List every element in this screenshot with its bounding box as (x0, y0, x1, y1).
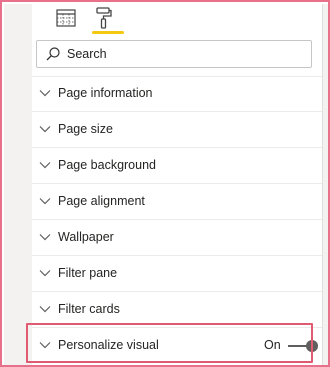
screenshot-frame: Page information Page size Page backgrou… (0, 0, 330, 367)
chevron-down-icon (38, 123, 52, 135)
section-label: Page background (58, 158, 156, 172)
chevron-down-icon (38, 303, 52, 315)
selected-tab-indicator (92, 31, 124, 34)
section-label: Page information (58, 86, 153, 100)
table-icon (56, 8, 76, 32)
tab-format-visual[interactable] (90, 6, 118, 34)
toggle-state-label: On (264, 338, 281, 352)
search-input[interactable] (67, 47, 297, 61)
section-page-information[interactable]: Page information (32, 75, 322, 111)
tab-table-view[interactable] (52, 6, 80, 34)
format-panel: Page information Page size Page backgrou… (4, 4, 328, 365)
toggle-knob (306, 340, 318, 352)
section-label: Personalize visual (58, 338, 159, 352)
chevron-down-icon (38, 339, 52, 351)
section-personalize-visual[interactable]: Personalize visual On (32, 327, 322, 363)
section-label: Page size (58, 122, 113, 136)
format-pane: Page information Page size Page backgrou… (32, 4, 322, 365)
chevron-down-icon (38, 267, 52, 279)
personalize-visual-toggle[interactable] (288, 340, 318, 352)
section-label: Page alignment (58, 194, 145, 208)
paint-roller-icon (95, 6, 113, 34)
search-box[interactable] (36, 40, 312, 68)
chevron-down-icon (38, 231, 52, 243)
section-wallpaper[interactable]: Wallpaper (32, 219, 322, 255)
section-filter-pane[interactable]: Filter pane (32, 255, 322, 291)
section-label: Wallpaper (58, 230, 114, 244)
section-page-alignment[interactable]: Page alignment (32, 183, 322, 219)
section-label: Filter pane (58, 266, 118, 280)
chevron-down-icon (38, 87, 52, 99)
section-filter-cards[interactable]: Filter cards (32, 291, 322, 327)
chevron-down-icon (38, 195, 52, 207)
section-page-background[interactable]: Page background (32, 147, 322, 183)
search-icon (45, 46, 61, 62)
section-page-size[interactable]: Page size (32, 111, 322, 147)
section-label: Filter cards (58, 302, 120, 316)
chevron-down-icon (38, 159, 52, 171)
